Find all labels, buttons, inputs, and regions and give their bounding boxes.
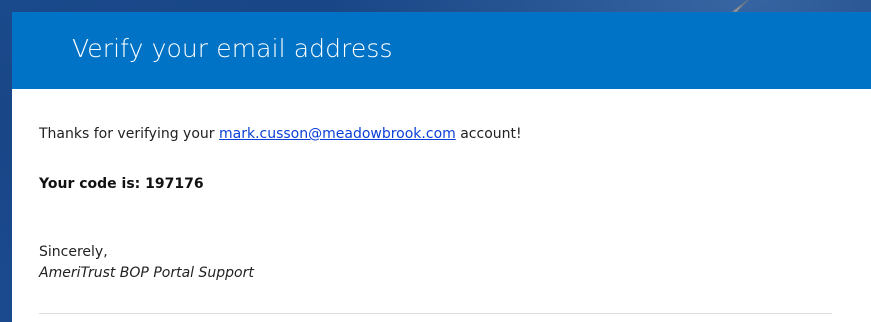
- intro-line: Thanks for verifying your mark.cusson@me…: [39, 126, 522, 142]
- email-title: Verify your email address: [72, 34, 393, 63]
- footer-divider: [39, 313, 832, 314]
- intro-prefix: Thanks for verifying your: [39, 126, 219, 142]
- email-address-link[interactable]: mark.cusson@meadowbrook.com: [219, 126, 456, 142]
- intro-suffix: account!: [455, 126, 522, 142]
- signoff-block: Sincerely, AmeriTrust BOP Portal Support: [39, 242, 254, 284]
- signature-text: AmeriTrust BOP Portal Support: [39, 265, 254, 281]
- closing-text: Sincerely,: [39, 244, 108, 260]
- email-header-banner: Verify your email address: [12, 12, 871, 89]
- email-message: Verify your email address Thanks for ver…: [12, 12, 871, 322]
- verification-code: Your code is: 197176: [39, 176, 204, 192]
